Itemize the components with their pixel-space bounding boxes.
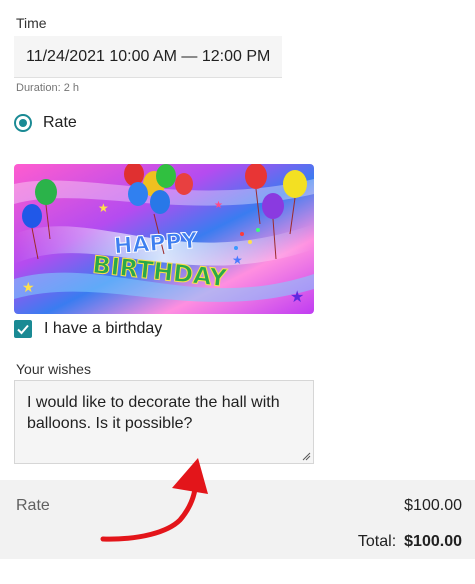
rate-radio-option[interactable]: Rate xyxy=(14,114,77,132)
time-range-field[interactable]: 11/24/2021 10:00 AM — 12:00 PM xyxy=(14,36,282,78)
summary-total-value: $100.00 xyxy=(404,533,462,550)
rate-radio-label: Rate xyxy=(43,114,77,131)
time-label: Time xyxy=(16,15,47,31)
price-summary: Rate $100.00 Total: $100.00 xyxy=(0,480,475,559)
svg-text:★: ★ xyxy=(98,201,109,215)
happy-birthday-image: ★ ★ ★ ★ ★ HAPPY BIRTHDAY xyxy=(14,164,314,314)
duration-hint: Duration: 2 h xyxy=(16,82,79,94)
birthday-picture: ★ ★ ★ ★ ★ HAPPY BIRTHDAY xyxy=(14,164,314,314)
wishes-label: Your wishes xyxy=(16,361,91,377)
svg-text:★: ★ xyxy=(214,200,223,211)
wishes-text: I would like to decorate the hall with b… xyxy=(27,394,280,432)
svg-text:★: ★ xyxy=(22,280,35,296)
birthday-checkbox[interactable] xyxy=(14,320,32,338)
birthday-checkbox-label: I have a birthday xyxy=(44,320,163,337)
summary-total-row: Total: $100.00 xyxy=(358,533,462,551)
summary-rate-value: $100.00 xyxy=(404,497,462,514)
radio-dot xyxy=(19,119,27,127)
summary-total-label: Total: xyxy=(357,533,397,550)
wishes-textarea[interactable]: I would like to decorate the hall with b… xyxy=(14,380,314,464)
checkmark-icon xyxy=(17,324,29,335)
summary-rate-label: Rate xyxy=(16,497,50,514)
radio-button[interactable] xyxy=(14,114,32,132)
birthday-checkbox-option[interactable]: I have a birthday xyxy=(14,320,162,338)
booking-form: Time 11/24/2021 10:00 AM — 12:00 PM Dura… xyxy=(0,0,475,584)
resize-handle-icon[interactable] xyxy=(301,451,311,461)
svg-text:★: ★ xyxy=(232,253,243,267)
svg-text:★: ★ xyxy=(290,287,304,306)
